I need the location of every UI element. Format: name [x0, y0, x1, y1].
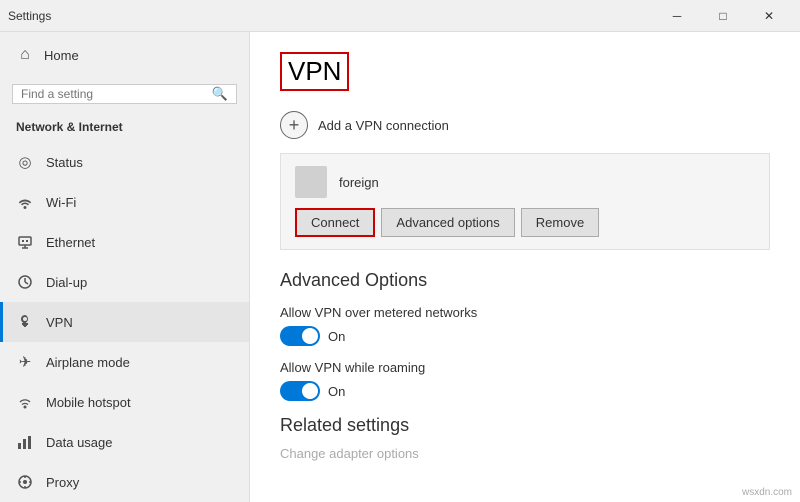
- page-title-wrapper: VPN: [280, 52, 349, 91]
- toggle-metered-control: On: [280, 326, 770, 346]
- sidebar: ⌂ Home 🔍 Network & Internet ◎ Status Wi-…: [0, 32, 250, 502]
- app-body: ⌂ Home 🔍 Network & Internet ◎ Status Wi-…: [0, 32, 800, 502]
- vpn-card-buttons: Connect Advanced options Remove: [295, 208, 755, 237]
- change-adapter-options-link[interactable]: Change adapter options: [280, 446, 770, 461]
- sidebar-item-vpn[interactable]: VPN: [0, 302, 249, 342]
- window-controls: ─ □ ✕: [654, 0, 792, 32]
- toggle-metered-switch[interactable]: [280, 326, 320, 346]
- vpn-icon: [16, 313, 34, 331]
- vpn-card-name: foreign: [339, 175, 379, 190]
- sidebar-item-wifi[interactable]: Wi-Fi: [0, 182, 249, 222]
- app-title: Settings: [8, 9, 654, 23]
- search-box[interactable]: 🔍: [12, 84, 237, 104]
- title-bar: Settings ─ □ ✕: [0, 0, 800, 32]
- toggle-roaming-state: On: [328, 384, 345, 399]
- toggle-row-metered: Allow VPN over metered networks On: [280, 305, 770, 346]
- sidebar-section-title: Network & Internet: [0, 114, 249, 142]
- vpn-card-icon: [295, 166, 327, 198]
- toggle-roaming-control: On: [280, 381, 770, 401]
- sidebar-item-ethernet[interactable]: Ethernet: [0, 222, 249, 262]
- content-area: VPN + Add a VPN connection foreign Conne…: [250, 32, 800, 502]
- sidebar-item-label-proxy: Proxy: [46, 475, 79, 490]
- add-vpn-button[interactable]: + Add a VPN connection: [280, 111, 770, 139]
- sidebar-item-proxy[interactable]: Proxy: [0, 462, 249, 502]
- minimize-button[interactable]: ─: [654, 0, 700, 32]
- sidebar-item-label-dialup: Dial-up: [46, 275, 87, 290]
- remove-button[interactable]: Remove: [521, 208, 599, 237]
- datausage-icon: [16, 433, 34, 451]
- home-icon: ⌂: [16, 46, 34, 64]
- toggle-metered-state: On: [328, 329, 345, 344]
- vpn-card-header: foreign: [295, 166, 755, 198]
- page-title: VPN: [288, 56, 341, 87]
- sidebar-item-label-hotspot: Mobile hotspot: [46, 395, 131, 410]
- related-settings-title: Related settings: [280, 415, 770, 436]
- search-icon: 🔍: [212, 86, 228, 102]
- sidebar-item-datausage[interactable]: Data usage: [0, 422, 249, 462]
- proxy-icon: [16, 473, 34, 491]
- advanced-options-button[interactable]: Advanced options: [381, 208, 514, 237]
- sidebar-item-label-ethernet: Ethernet: [46, 235, 95, 250]
- watermark: wsxdn.com: [742, 487, 792, 498]
- search-input[interactable]: [21, 87, 212, 101]
- add-vpn-label: Add a VPN connection: [318, 118, 449, 133]
- wifi-icon: [16, 193, 34, 211]
- status-icon: ◎: [16, 153, 34, 171]
- hotspot-icon: [16, 393, 34, 411]
- connect-button[interactable]: Connect: [295, 208, 375, 237]
- dialup-icon: [16, 273, 34, 291]
- toggle-roaming-switch[interactable]: [280, 381, 320, 401]
- advanced-options-section-title: Advanced Options: [280, 270, 770, 291]
- airplane-icon: ✈: [16, 353, 34, 371]
- vpn-card: foreign Connect Advanced options Remove: [280, 153, 770, 250]
- sidebar-item-hotspot[interactable]: Mobile hotspot: [0, 382, 249, 422]
- sidebar-item-label-wifi: Wi-Fi: [46, 195, 76, 210]
- sidebar-item-label-vpn: VPN: [46, 315, 73, 330]
- sidebar-item-label-status: Status: [46, 155, 83, 170]
- sidebar-item-airplane[interactable]: ✈ Airplane mode: [0, 342, 249, 382]
- maximize-button[interactable]: □: [700, 0, 746, 32]
- ethernet-icon: [16, 233, 34, 251]
- toggle-metered-label: Allow VPN over metered networks: [280, 305, 770, 320]
- sidebar-item-label-airplane: Airplane mode: [46, 355, 130, 370]
- toggle-roaming-label: Allow VPN while roaming: [280, 360, 770, 375]
- toggle-row-roaming: Allow VPN while roaming On: [280, 360, 770, 401]
- sidebar-item-status[interactable]: ◎ Status: [0, 142, 249, 182]
- home-label: Home: [44, 48, 79, 63]
- add-icon: +: [280, 111, 308, 139]
- sidebar-item-home[interactable]: ⌂ Home: [0, 32, 249, 78]
- sidebar-item-dialup[interactable]: Dial-up: [0, 262, 249, 302]
- sidebar-item-label-datausage: Data usage: [46, 435, 113, 450]
- close-button[interactable]: ✕: [746, 0, 792, 32]
